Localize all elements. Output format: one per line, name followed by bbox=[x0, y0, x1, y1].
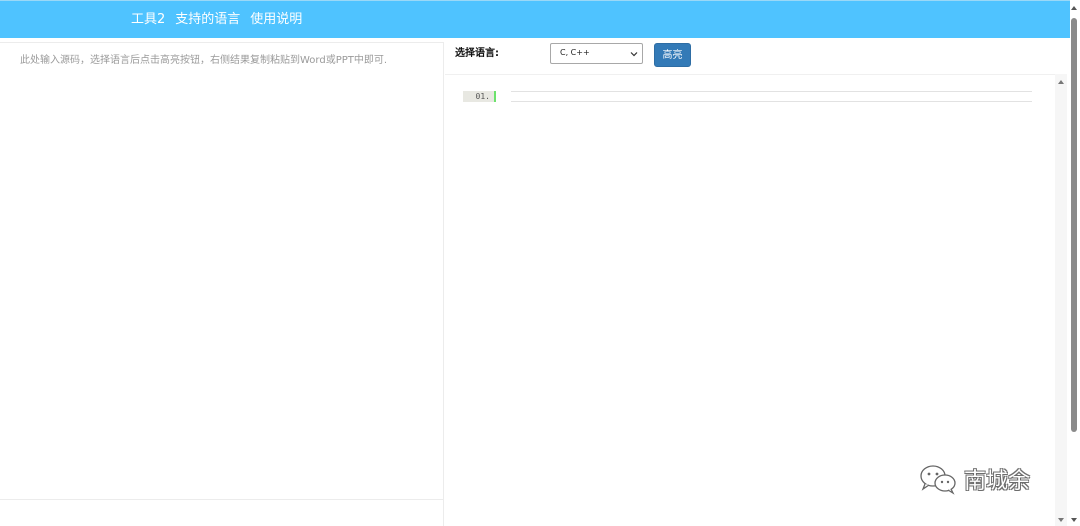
nav-item-usage-instructions[interactable]: 使用说明 bbox=[250, 11, 302, 29]
watermark-text: 南城余 bbox=[964, 469, 1031, 494]
nav-menu: 工具2 支持的语言 使用说明 bbox=[131, 11, 302, 29]
wechat-icon bbox=[920, 465, 956, 495]
scroll-up-icon[interactable] bbox=[1057, 78, 1065, 86]
language-select-value: C, C++ bbox=[560, 48, 590, 57]
language-select[interactable]: C, C++ bbox=[550, 43, 643, 64]
line-number: 01. bbox=[463, 91, 494, 102]
nav-item-supported-languages[interactable]: 支持的语言 bbox=[175, 11, 240, 29]
divider bbox=[0, 499, 443, 500]
output-scrollbar[interactable] bbox=[1055, 74, 1067, 526]
highlight-output-pane: 选择语言: C, C++ 高亮 01. bbox=[445, 38, 1070, 526]
page: 工具2 支持的语言 使用说明 选择语言: C, C++ 高亮 01. bbox=[0, 0, 1080, 526]
line-gutter-marker bbox=[494, 91, 496, 102]
source-input-pane bbox=[0, 42, 444, 526]
chevron-down-icon bbox=[630, 52, 638, 57]
page-scroll-up-icon[interactable] bbox=[1070, 4, 1078, 12]
top-nav-bar: 工具2 支持的语言 使用说明 bbox=[0, 0, 1070, 38]
line-content bbox=[511, 91, 1032, 102]
language-controls: 选择语言: C, C++ 高亮 bbox=[445, 38, 1055, 74]
scroll-down-icon[interactable] bbox=[1057, 516, 1065, 524]
language-label: 选择语言: bbox=[455, 48, 499, 59]
page-scroll-down-icon[interactable] bbox=[1070, 516, 1078, 524]
highlight-button[interactable]: 高亮 bbox=[654, 43, 691, 67]
watermark: 南城余 bbox=[918, 462, 1030, 496]
page-scrollbar-thumb[interactable] bbox=[1071, 18, 1077, 432]
source-code-input[interactable] bbox=[0, 43, 443, 499]
highlighted-code-output[interactable]: 01. bbox=[445, 75, 1055, 526]
nav-item-tool2[interactable]: 工具2 bbox=[131, 11, 165, 29]
code-line: 01. bbox=[463, 91, 1032, 102]
